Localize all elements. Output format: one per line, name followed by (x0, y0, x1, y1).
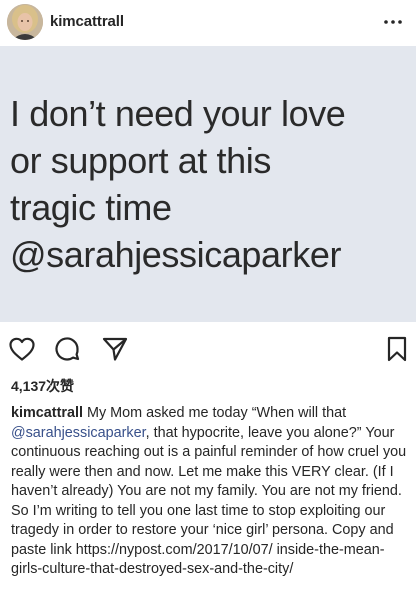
comment-icon[interactable] (52, 334, 82, 364)
quote-text: I don’t need your love or support at thi… (10, 93, 346, 275)
caption-text-2: , that hypocrite, leave you alone?” Your… (11, 424, 407, 578)
post-image[interactable]: I don’t need your love or support at thi… (0, 46, 416, 322)
avatar[interactable] (7, 4, 43, 40)
likes-count[interactable]: 4,137次赞 (11, 376, 74, 396)
post-header: kimcattrall (0, 0, 416, 46)
heart-icon[interactable] (7, 334, 37, 364)
more-options-icon[interactable] (382, 11, 404, 33)
caption-mention[interactable]: @sarahjessicaparker (11, 425, 146, 441)
caption-username[interactable]: kimcattrall (11, 405, 83, 421)
caption-text-1: My Mom asked me today “When will that (83, 405, 347, 421)
header-username[interactable]: kimcattrall (50, 13, 124, 30)
bookmark-icon[interactable] (382, 334, 412, 364)
caption: kimcattrall My Mom asked me today “When … (11, 404, 407, 580)
action-bar (0, 334, 416, 368)
share-icon[interactable] (100, 334, 130, 364)
